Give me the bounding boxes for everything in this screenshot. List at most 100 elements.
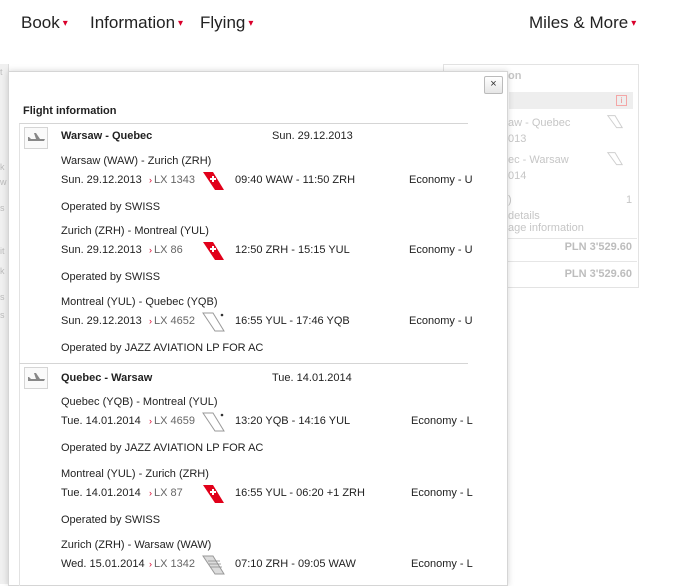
summary-baggage-link[interactable]: age information — [508, 222, 584, 234]
flight-number: LX 1342 — [154, 558, 195, 570]
leg-row: Tue. 14.01.2014 › LX 87 16:55 YUL - 06:20… — [61, 484, 481, 504]
nav-book-label: Book — [21, 13, 60, 32]
divider — [508, 261, 637, 262]
nav-book[interactable]: Book ▾ — [21, 13, 68, 33]
flight-number: LX 1343 — [154, 174, 195, 186]
section-route-title: Warsaw - Quebec — [61, 130, 153, 142]
return-section: Quebec - Warsaw Tue. 14.01.2014 Quebec (… — [19, 363, 473, 586]
background-left-text: k — [0, 162, 5, 172]
chevron-down-icon: ▾ — [62, 18, 68, 29]
arrow-right-icon: › — [149, 245, 152, 255]
operated-by: Operated by SWISS — [61, 514, 161, 526]
chevron-down-icon: ▾ — [631, 18, 637, 29]
leg-times: 09:40 WAW - 11:50 ZRH — [235, 174, 356, 186]
summary-heading: on — [508, 70, 522, 82]
section-route-title: Quebec - Warsaw — [61, 372, 153, 384]
section-date: Tue. 14.01.2014 — [272, 372, 352, 384]
leg-date: Sun. 29.12.2013 — [61, 174, 142, 186]
leg-cabin: Economy - L — [411, 558, 473, 570]
tail-fin-icon — [606, 115, 624, 129]
nav-miles-label: Miles & More — [529, 13, 629, 32]
lot-tail-icon — [202, 555, 225, 575]
summary-route-return: ec - Warsaw — [508, 154, 569, 166]
leg-date: Tue. 14.01.2014 — [61, 415, 141, 427]
plane-outbound-icon — [24, 127, 48, 149]
background-left-text: k — [0, 266, 5, 276]
chevron-down-icon: ▾ — [178, 18, 184, 29]
flight-number-link[interactable]: › LX 4659 — [149, 415, 195, 427]
flight-number: LX 4659 — [154, 415, 195, 427]
flight-number: LX 87 — [154, 487, 183, 499]
summary-passenger-count: 1 — [626, 194, 633, 206]
leg-cabin: Economy - U — [409, 315, 473, 327]
flight-information-popup: × Flight information Warsaw - Quebec Sun… — [8, 71, 508, 586]
top-navigation: Book ▾ Information ▾ Flying ▾ Miles & More ▾ — [0, 0, 692, 50]
summary-route-return-date: 014 — [508, 170, 527, 182]
popup-title: Flight information — [23, 105, 117, 117]
leg-row: Sun. 29.12.2013 › LX 4652 16:55 YUL - 17:… — [61, 312, 481, 332]
leg-row: Sun. 29.12.2013 › LX 86 12:50 ZRH - 15:15… — [61, 241, 481, 261]
background-left-text: s — [0, 310, 5, 320]
summary-details-link[interactable]: details — [508, 210, 540, 222]
operated-by: Operated by SWISS — [61, 201, 161, 213]
leg-cabin: Economy - L — [411, 487, 473, 499]
background-left-text: w — [0, 177, 7, 187]
leg-route: Warsaw (WAW) - Zurich (ZRH) — [61, 155, 212, 167]
flight-number-link[interactable]: › LX 4652 — [149, 315, 195, 327]
swiss-tail-icon — [203, 485, 224, 503]
leg-cabin: Economy - U — [409, 174, 473, 186]
arrow-right-icon: › — [149, 316, 152, 326]
arrow-right-icon: › — [149, 416, 152, 426]
summary-passengers: ) — [508, 194, 512, 206]
nav-flying[interactable]: Flying ▾ — [200, 13, 253, 33]
background-left-text: s — [0, 292, 5, 302]
leg-date: Wed. 15.01.2014 — [61, 558, 145, 570]
section-date: Sun. 29.12.2013 — [272, 130, 353, 142]
operated-by: Operated by SWISS — [61, 271, 161, 283]
arrow-right-icon: › — [149, 488, 152, 498]
leg-date: Sun. 29.12.2013 — [61, 315, 142, 327]
leg-times: 16:55 YUL - 06:20 +1 ZRH — [235, 487, 365, 499]
swiss-tail-icon — [203, 242, 224, 260]
close-button[interactable]: × — [484, 76, 503, 94]
leg-cabin: Economy - L — [411, 415, 473, 427]
flight-number-link[interactable]: › LX 87 — [149, 487, 183, 499]
partner-tail-icon — [202, 412, 225, 432]
summary-route-outbound-date: 013 — [508, 133, 527, 145]
leg-route: Montreal (YUL) - Zurich (ZRH) — [61, 468, 209, 480]
leg-row: Tue. 14.01.2014 › LX 4659 13:20 YQB - 14:… — [61, 412, 481, 432]
leg-route: Quebec (YQB) - Montreal (YUL) — [61, 396, 218, 408]
chevron-down-icon: ▾ — [248, 18, 254, 29]
summary-total-price: PLN 3'529.60 — [564, 268, 632, 280]
leg-times: 13:20 YQB - 14:16 YUL — [235, 415, 351, 427]
partner-tail-icon — [202, 312, 225, 332]
background-left-text: it — [0, 246, 5, 256]
leg-times: 07:10 ZRH - 09:05 WAW — [235, 558, 356, 570]
tail-fin-icon — [606, 152, 624, 166]
background-left-text: s — [0, 203, 5, 213]
outbound-section: Warsaw - Quebec Sun. 29.12.2013 Warsaw (… — [19, 123, 473, 364]
leg-route: Zurich (ZRH) - Warsaw (WAW) — [61, 539, 212, 551]
leg-row: Sun. 29.12.2013 › LX 1343 09:40 WAW - 11:… — [61, 171, 481, 191]
leg-row: Wed. 15.01.2014 › LX 1342 07:10 ZRH - 09:… — [61, 555, 481, 575]
nav-information-label: Information — [90, 13, 176, 32]
leg-times: 16:55 YUL - 17:46 YQB — [235, 315, 350, 327]
leg-date: Sun. 29.12.2013 — [61, 244, 142, 256]
leg-times: 12:50 ZRH - 15:15 YUL — [235, 244, 350, 256]
divider — [508, 238, 637, 239]
flight-number-link[interactable]: › LX 1343 — [149, 174, 195, 186]
flight-number-link[interactable]: › LX 1342 — [149, 558, 195, 570]
leg-cabin: Economy - U — [409, 244, 473, 256]
operated-by: Operated by JAZZ AVIATION LP FOR AC — [61, 442, 264, 454]
summary-price: PLN 3'529.60 — [564, 241, 632, 253]
nav-information[interactable]: Information ▾ — [90, 13, 183, 33]
arrow-right-icon: › — [149, 175, 152, 185]
leg-date: Tue. 14.01.2014 — [61, 487, 141, 499]
flight-number-link[interactable]: › LX 86 — [149, 244, 183, 256]
flight-number: LX 4652 — [154, 315, 195, 327]
info-icon[interactable]: i — [616, 95, 627, 106]
summary-bar — [509, 92, 633, 109]
nav-miles-and-more[interactable]: Miles & More ▾ — [529, 13, 636, 33]
arrow-right-icon: › — [149, 559, 152, 569]
summary-route-outbound: aw - Quebec — [508, 117, 571, 129]
